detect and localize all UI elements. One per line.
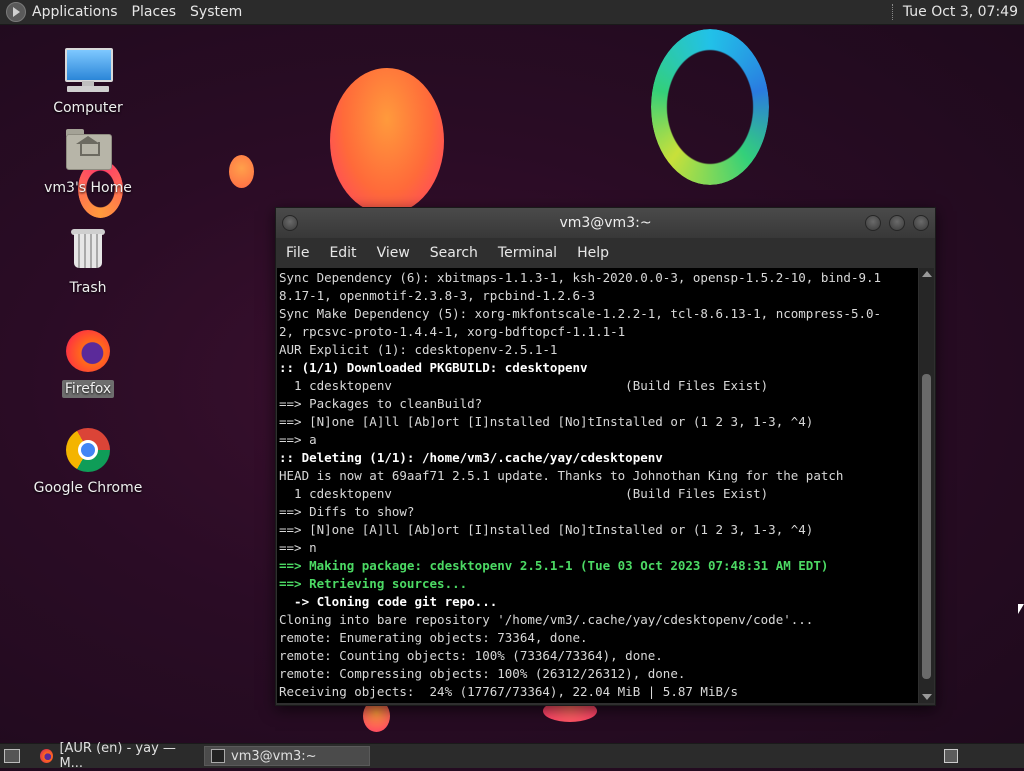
terminal-line: 1 cdesktopenv (Build Files Exist)	[279, 378, 769, 393]
minimize-button[interactable]	[865, 215, 881, 231]
desktop-icon-label: Computer	[53, 100, 123, 116]
terminal-window[interactable]: vm3@vm3:~ File Edit View Search Terminal…	[275, 207, 936, 706]
wallpaper-ring	[651, 29, 769, 185]
terminal-line: :: (1/1) Downloaded PKGBUILD: cdesktopen…	[279, 360, 588, 375]
scroll-down-arrow-icon[interactable]	[922, 694, 932, 700]
desktop-icon-firefox[interactable]: Firefox	[28, 326, 148, 398]
menu-system[interactable]: System	[190, 4, 242, 20]
terminal-line: ==> Packages to cleanBuild?	[279, 396, 483, 411]
taskbar-item-label: [AUR (en) - yay — M...	[59, 741, 176, 771]
chrome-icon	[64, 426, 112, 474]
computer-icon	[64, 46, 113, 94]
menu-file[interactable]: File	[286, 245, 309, 261]
terminal-line: ==> [N]one [A]ll [Ab]ort [I]nstalled [No…	[279, 414, 814, 429]
menu-search[interactable]: Search	[430, 245, 478, 261]
maximize-button[interactable]	[889, 215, 905, 231]
menu-logo-icon[interactable]	[6, 2, 26, 22]
desktop-icon-computer[interactable]: Computer	[28, 46, 148, 116]
taskbar-item-terminal[interactable]: vm3@vm3:~	[204, 746, 370, 766]
desktop-icon-label: Google Chrome	[33, 480, 143, 496]
terminal-line: ==> Making package: cdesktopenv 2.5.1-1 …	[279, 558, 829, 573]
terminal-line: ==> Diffs to show?	[279, 504, 415, 519]
panel-separator	[891, 4, 895, 20]
terminal-line: remote: Counting objects: 100% (73364/73…	[279, 648, 663, 663]
menu-terminal[interactable]: Terminal	[498, 245, 557, 261]
terminal-line: ==> Retrieving sources...	[279, 576, 468, 591]
desktop-icon-home[interactable]: vm3's Home	[28, 126, 148, 196]
terminal-line: HEAD is now at 69aaf71 2.5.1 update. Tha…	[279, 468, 844, 483]
terminal-line: ==> a	[279, 432, 317, 447]
trash-icon	[64, 226, 112, 274]
firefox-icon	[40, 749, 54, 763]
terminal-line: remote: Enumerating objects: 73364, done…	[279, 630, 588, 645]
terminal-scrollbar[interactable]	[919, 268, 934, 703]
terminal-line: ==> n	[279, 540, 317, 555]
terminal-line: 8.17-1, openmotif-2.3.8-3, rpcbind-1.2.6…	[279, 288, 596, 303]
terminal-line: remote: Compressing objects: 100% (26312…	[279, 666, 686, 681]
taskbar-item-label: vm3@vm3:~	[231, 748, 317, 764]
home-folder-icon	[64, 126, 112, 174]
terminal-menubar: File Edit View Search Terminal Help	[276, 238, 935, 268]
menu-places[interactable]: Places	[132, 4, 177, 20]
firefox-icon	[64, 326, 112, 374]
desktop-icon-label: Firefox	[61, 380, 115, 398]
bottom-panel: [AUR (en) - yay — M... vm3@vm3:~	[0, 741, 1024, 771]
window-titlebar[interactable]: vm3@vm3:~	[276, 208, 935, 238]
desktop-icon-label: Trash	[69, 280, 107, 296]
taskbar-item-firefox[interactable]: [AUR (en) - yay — M...	[34, 741, 198, 771]
window-title: vm3@vm3:~	[559, 215, 652, 231]
workspace-switcher-icon[interactable]	[944, 749, 958, 763]
terminal-line: ==> [N]one [A]ll [Ab]ort [I]nstalled [No…	[279, 522, 814, 537]
mouse-pointer-icon	[1018, 604, 1024, 614]
terminal-line: Cloning into bare repository '/home/vm3/…	[279, 612, 814, 627]
show-desktop-icon[interactable]	[4, 749, 20, 763]
terminal-line: -> Cloning code git repo...	[279, 594, 498, 609]
scroll-up-arrow-icon[interactable]	[922, 271, 932, 277]
terminal-line: Receiving objects: 24% (17767/73364), 22…	[279, 684, 739, 699]
terminal-line: Sync Dependency (6): xbitmaps-1.1.3-1, k…	[279, 270, 882, 285]
terminal-line: 2, rpcsvc-proto-1.4.4-1, xorg-bdftopcf-1…	[279, 324, 626, 339]
terminal-line: 1 cdesktopenv (Build Files Exist)	[279, 486, 769, 501]
menu-applications[interactable]: Applications	[32, 4, 118, 20]
menu-view[interactable]: View	[377, 245, 410, 261]
terminal-line: Sync Make Dependency (5): xorg-mkfontsca…	[279, 306, 882, 321]
desktop-icon-chrome[interactable]: Google Chrome	[28, 426, 148, 496]
top-panel: Applications Places System Tue Oct 3, 07…	[0, 0, 1024, 25]
close-button[interactable]	[913, 215, 929, 231]
desktop-icon-trash[interactable]: Trash	[28, 226, 148, 296]
wallpaper-small-blob	[229, 155, 254, 188]
clock[interactable]: Tue Oct 3, 07:49	[903, 4, 1018, 20]
terminal-icon	[211, 749, 225, 763]
scrollbar-thumb[interactable]	[922, 374, 931, 679]
menu-help[interactable]: Help	[577, 245, 609, 261]
terminal-line: :: Deleting (1/1): /home/vm3/.cache/yay/…	[279, 450, 663, 465]
desktop-icon-label: vm3's Home	[44, 180, 132, 196]
terminal-output[interactable]: Sync Dependency (6): xbitmaps-1.1.3-1, k…	[277, 268, 918, 703]
wallpaper-orange-blob	[330, 68, 444, 214]
menu-edit[interactable]: Edit	[329, 245, 356, 261]
terminal-line: AUR Explicit (1): cdesktopenv-2.5.1-1	[279, 342, 558, 357]
